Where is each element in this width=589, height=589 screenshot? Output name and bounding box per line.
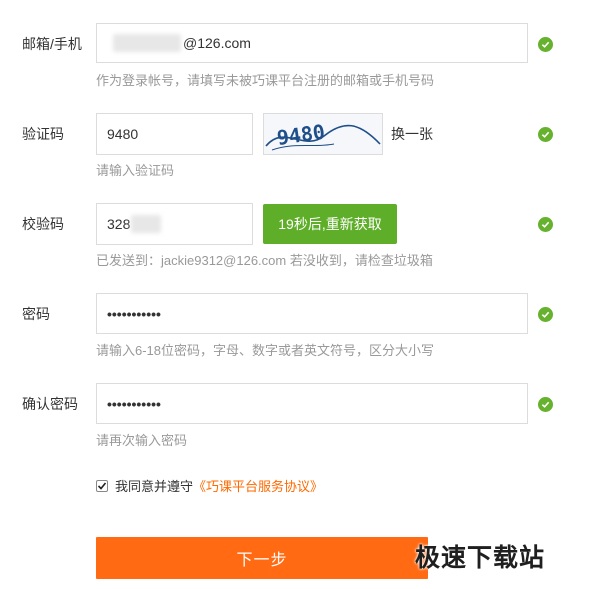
password-input[interactable]: ••••••••••• (96, 293, 528, 334)
email-redaction (113, 34, 181, 52)
email-value: @126.com (183, 35, 251, 51)
sms-code-value: 328 (107, 216, 131, 232)
captcha-valid-check-icon (538, 127, 553, 142)
sms-hint: 已发送到：jackie9312@126.com 若没收到，请检查垃圾箱 (96, 253, 433, 268)
service-agreement-link[interactable]: 《巧课平台服务协议》 (193, 476, 323, 495)
captcha-value: 9480 (107, 126, 139, 142)
captcha-hint: 请输入验证码 (96, 163, 175, 178)
sms-code-label: 校验码 (22, 216, 64, 232)
confirm-password-value: ••••••••••• (107, 395, 161, 412)
email-hint: 作为登录帐号，请填写未被巧课平台注册的邮箱或手机号码 (96, 73, 435, 88)
email-input[interactable]: @126.com (96, 23, 528, 63)
captcha-label: 验证码 (22, 126, 64, 142)
password-valid-check-icon (538, 307, 553, 322)
agreement-text: 我同意并遵守 (115, 479, 194, 494)
checkmark-icon (97, 481, 107, 490)
password-label: 密码 (22, 306, 50, 322)
agreement-row: 我同意并遵守 《巧课平台服务协议》 (96, 476, 323, 495)
confirm-password-input[interactable]: ••••••••••• (96, 383, 528, 424)
confirm-hint: 请再次输入密码 (96, 433, 188, 448)
confirm-password-label: 确认密码 (22, 396, 78, 412)
password-hint: 请输入6-18位密码，字母、数字或者英文符号，区分大小写 (96, 343, 435, 358)
next-step-button[interactable]: 下一步 (96, 537, 428, 579)
sms-code-redaction (131, 215, 162, 233)
watermark: 极速下载站 (415, 544, 546, 572)
captcha-input[interactable]: 9480 (96, 113, 253, 155)
change-captcha-link[interactable]: 换一张 (391, 124, 433, 144)
resend-code-button[interactable]: 19秒后,重新获取 (263, 204, 397, 244)
agreement-checkbox[interactable] (96, 479, 108, 492)
sms-code-input[interactable]: 328 (96, 203, 253, 245)
sms-valid-check-icon (538, 217, 553, 232)
email-label: 邮箱/手机 (22, 36, 82, 52)
captcha-image[interactable]: 9480 (263, 113, 383, 155)
confirm-valid-check-icon (538, 397, 553, 412)
email-valid-check-icon (538, 37, 553, 52)
password-value: ••••••••••• (107, 305, 161, 322)
